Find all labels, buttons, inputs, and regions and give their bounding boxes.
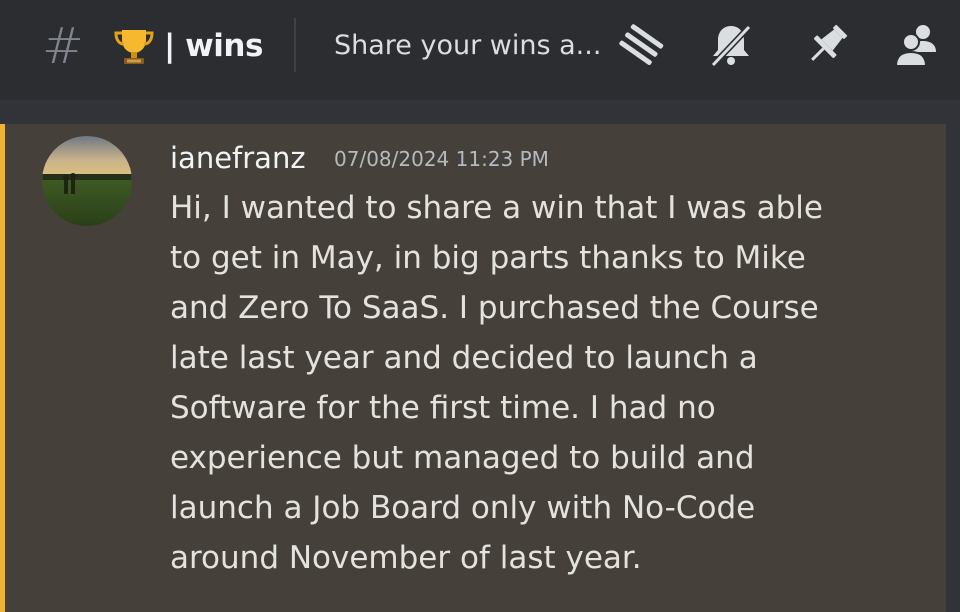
message-line: and Zero To SaaS. I purchased the Course	[170, 290, 819, 326]
channel-header: # | wins Share your wins a...	[0, 0, 960, 100]
notifications-muted-icon[interactable]	[704, 18, 758, 72]
channel-name[interactable]: | wins	[164, 24, 263, 68]
trophy-icon	[114, 30, 154, 64]
avatar-landscape-image	[42, 136, 132, 226]
pin-icon[interactable]	[800, 18, 854, 72]
message-line: to get in May, in big parts thanks to Mi…	[170, 240, 806, 276]
channel-topic[interactable]: Share your wins a...	[334, 26, 601, 66]
message-line: Hi, I wanted to share a win that I was a…	[170, 190, 823, 226]
text-channel-hash-icon: #	[42, 17, 84, 75]
message-line: around November of last year.	[170, 540, 642, 576]
threads-icon[interactable]	[614, 18, 668, 72]
message-timestamp: 07/08/2024 11:23 PM	[334, 147, 549, 171]
message-line: experience but managed to build and	[170, 440, 755, 476]
message-line: late last year and decided to launch a	[170, 340, 758, 376]
member-list-icon[interactable]	[890, 18, 944, 72]
header-divider	[294, 18, 296, 72]
message-line: Software for the first time. I had no	[170, 390, 716, 426]
avatar[interactable]	[42, 136, 132, 226]
message-line: launch a Job Board only with No-Code	[170, 490, 756, 526]
scroll-area-top	[0, 100, 960, 124]
message-username[interactable]: ianefranz	[170, 138, 306, 178]
mention-highlight-bar	[0, 124, 5, 612]
